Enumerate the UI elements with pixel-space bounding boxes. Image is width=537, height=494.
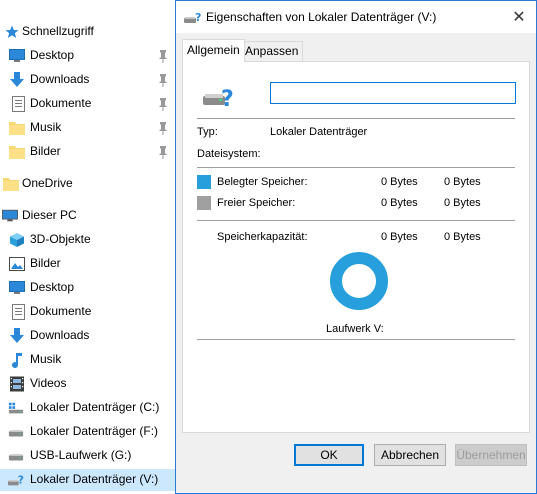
nav-label: Dieser PC (22, 208, 77, 222)
type-value: Lokaler Datenträger (270, 126, 368, 138)
nav-item-drive-c[interactable]: Lokaler Datenträger (C:) (0, 397, 180, 419)
folder-icon (3, 176, 19, 192)
nav-label: Desktop (30, 48, 75, 62)
apply-button[interactable]: Übernehmen (455, 444, 527, 466)
svg-text:?: ? (18, 474, 24, 487)
nav-label: Lokaler Datenträger (F:) (30, 424, 159, 438)
star-icon (4, 24, 20, 40)
drive-label: Laufwerk V: (326, 323, 384, 335)
separator (197, 167, 515, 168)
dialog-title: Eigenschaften von Lokaler Datenträger (V… (206, 10, 437, 24)
nav-label: Downloads (30, 328, 90, 342)
capacity-size: 0 Bytes (444, 231, 481, 243)
nav-label: Downloads (30, 72, 90, 86)
pin-icon[interactable] (157, 97, 169, 111)
nav-label: OneDrive (22, 176, 73, 190)
nav-item-onedrive[interactable]: OneDrive (0, 173, 180, 195)
separator (197, 339, 515, 340)
nav-item-dokumente[interactable]: Dokumente (0, 93, 180, 115)
close-button[interactable]: ✕ (506, 5, 532, 29)
3d-objects-icon (9, 232, 25, 248)
tab-anpassen[interactable]: Anpassen (240, 41, 304, 61)
documents-icon (10, 96, 26, 112)
ok-button[interactable]: OK (294, 444, 364, 466)
nav-label: USB-Laufwerk (G:) (30, 448, 132, 462)
nav-item-3d-objekte[interactable]: 3D-Objekte (0, 229, 180, 251)
system-drive-icon (8, 400, 24, 416)
nav-label: Bilder (30, 144, 61, 158)
desktop-icon (9, 48, 25, 64)
nav-item-musik[interactable]: Musik (0, 117, 180, 139)
unknown-drive-icon: ? (8, 472, 24, 488)
free-space-size: 0 Bytes (444, 197, 481, 209)
nav-item-drive-v[interactable]: ? Lokaler Datenträger (V:) (0, 469, 180, 491)
navigation-pane: Schnellzugriff Desktop Downloads Dokumen… (0, 0, 180, 494)
svg-text:?: ? (221, 87, 234, 110)
used-space-size: 0 Bytes (444, 176, 481, 188)
type-label: Typ: (197, 126, 218, 138)
nav-item-bilder[interactable]: Bilder (0, 141, 180, 163)
usage-ring-chart (330, 252, 388, 310)
free-space-bytes: 0 Bytes (381, 197, 418, 209)
desktop-icon (9, 280, 25, 296)
computer-icon (2, 208, 18, 224)
pin-icon[interactable] (157, 49, 169, 63)
nav-item-bilder[interactable]: Bilder (0, 253, 180, 275)
nav-item-downloads[interactable]: Downloads (0, 325, 180, 347)
downloads-icon (9, 72, 25, 88)
pin-icon[interactable] (157, 73, 169, 87)
folder-icon (9, 120, 25, 136)
nav-item-videos[interactable]: Videos (0, 373, 180, 395)
unknown-drive-icon: ? (203, 84, 237, 112)
nav-label: Dokumente (30, 96, 92, 110)
pin-icon[interactable] (157, 145, 169, 159)
separator (197, 220, 515, 221)
separator (197, 118, 515, 119)
nav-label: Musik (30, 352, 62, 366)
used-space-swatch (197, 175, 211, 189)
nav-label: Musik (30, 120, 62, 134)
capacity-label: Speicherkapazität: (217, 231, 308, 243)
nav-item-dokumente[interactable]: Dokumente (0, 301, 180, 323)
nav-label: Lokaler Datenträger (C:) (30, 400, 160, 414)
used-space-label: Belegter Speicher: (217, 176, 308, 188)
free-space-swatch (197, 196, 211, 210)
nav-item-drive-g[interactable]: USB-Laufwerk (G:) (0, 445, 180, 467)
nav-item-musik[interactable]: Musik (0, 349, 180, 371)
folder-icon (9, 144, 25, 160)
pin-icon[interactable] (157, 121, 169, 135)
nav-label: Bilder (30, 256, 61, 270)
videos-icon (9, 376, 25, 392)
properties-dialog: ? Eigenschaften von Lokaler Datenträger … (175, 0, 537, 494)
drive-icon (8, 448, 24, 464)
nav-item-desktop[interactable]: Desktop (0, 45, 180, 67)
nav-label: 3D-Objekte (30, 232, 91, 246)
nav-label: Schnellzugriff (22, 24, 94, 38)
filesystem-label: Dateisystem: (197, 148, 261, 160)
free-space-label: Freier Speicher: (217, 197, 296, 209)
nav-label: Desktop (30, 280, 75, 294)
nav-item-this-pc[interactable]: Dieser PC (0, 205, 180, 227)
nav-label: Videos (30, 376, 67, 390)
cancel-button[interactable]: Abbrechen (374, 444, 446, 466)
unknown-drive-icon: ? (184, 10, 202, 24)
documents-icon (10, 304, 26, 320)
nav-item-desktop[interactable]: Desktop (0, 277, 180, 299)
tab-allgemein[interactable]: Allgemein (182, 39, 245, 62)
music-icon (9, 352, 25, 368)
svg-text:?: ? (195, 11, 201, 24)
nav-quick-access[interactable]: Schnellzugriff (0, 21, 180, 43)
title-bar[interactable]: ? Eigenschaften von Lokaler Datenträger … (176, 1, 536, 33)
pictures-icon (9, 256, 25, 272)
downloads-icon (9, 328, 25, 344)
drive-name-input[interactable] (270, 82, 516, 104)
used-space-bytes: 0 Bytes (381, 176, 418, 188)
general-panel: ? Typ: Lokaler Datenträger Dateisystem: … (182, 61, 530, 433)
capacity-bytes: 0 Bytes (381, 231, 418, 243)
nav-item-drive-f[interactable]: Lokaler Datenträger (F:) (0, 421, 180, 443)
nav-item-downloads[interactable]: Downloads (0, 69, 180, 91)
drive-icon (8, 424, 24, 440)
nav-label: Dokumente (30, 304, 92, 318)
nav-label: Lokaler Datenträger (V:) (30, 472, 159, 486)
